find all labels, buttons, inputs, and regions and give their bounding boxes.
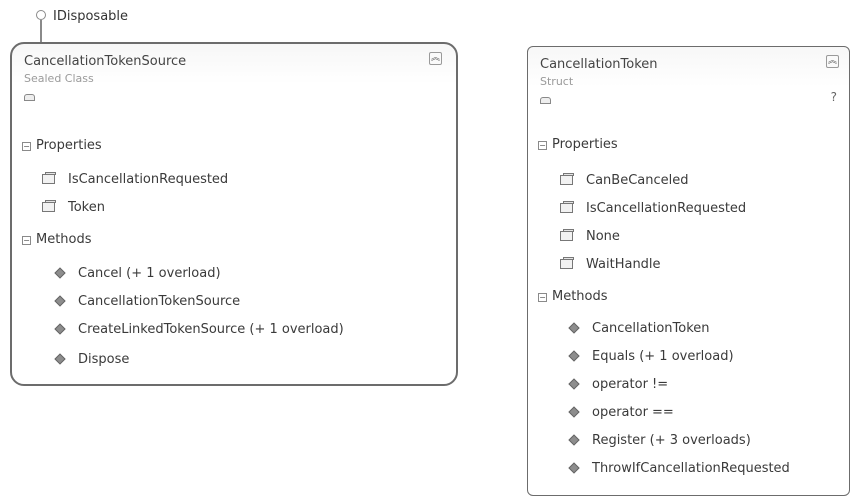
method-item[interactable]: ThrowIfCancellationRequested (568, 461, 790, 476)
methods-section-header[interactable]: − Methods (538, 289, 608, 304)
collapse-minus-icon[interactable]: − (22, 142, 31, 151)
class-subtitle: Struct (540, 75, 574, 88)
expander-glyph-icon (540, 97, 551, 104)
method-item[interactable]: Register (+ 3 overloads) (568, 433, 751, 448)
collapse-minus-icon[interactable]: − (22, 236, 31, 245)
double-chevron-up-icon[interactable]: ︽ (826, 55, 839, 68)
collapse-minus-icon[interactable]: − (538, 141, 547, 150)
property-item[interactable]: None (560, 227, 620, 244)
method-icon (568, 463, 580, 473)
method-item[interactable]: Equals (+ 1 overload) (568, 349, 734, 364)
interface-label: IDisposable (53, 9, 129, 24)
property-item[interactable]: IsCancellationRequested (42, 170, 228, 187)
struct-marker: ? (830, 90, 837, 104)
class-title: CancellationTokenSource (24, 54, 187, 69)
method-item[interactable]: operator == (568, 405, 674, 420)
property-icon (560, 229, 576, 242)
method-item[interactable]: CancellationTokenSource (54, 294, 240, 309)
method-icon (568, 435, 580, 445)
class-box-cancellation-token-source[interactable]: CancellationTokenSource Sealed Class ︽ −… (10, 42, 458, 386)
properties-section-header[interactable]: − Properties (538, 137, 618, 152)
method-item[interactable]: Cancel (+ 1 overload) (54, 266, 221, 281)
method-item[interactable]: CancellationToken (568, 321, 710, 336)
interface-lollipop-icon (36, 10, 46, 20)
method-item[interactable]: CreateLinkedTokenSource (+ 1 overload) (54, 322, 344, 337)
method-icon (568, 407, 580, 417)
expander-glyph-icon (24, 94, 35, 101)
property-icon (42, 200, 58, 213)
property-icon (560, 257, 576, 270)
method-icon (54, 324, 66, 334)
property-icon (560, 201, 576, 214)
method-icon (54, 296, 66, 306)
method-icon (568, 351, 580, 361)
property-item[interactable]: WaitHandle (560, 255, 661, 272)
class-box-cancellation-token[interactable]: CancellationToken Struct ︽ ? − Properties… (527, 46, 850, 496)
property-icon (42, 172, 58, 185)
method-item[interactable]: operator != (568, 377, 668, 392)
properties-section-header[interactable]: − Properties (22, 138, 102, 153)
double-chevron-up-icon[interactable]: ︽ (429, 52, 442, 65)
property-item[interactable]: IsCancellationRequested (560, 199, 746, 216)
methods-section-header[interactable]: − Methods (22, 232, 92, 247)
property-icon (560, 173, 576, 186)
method-icon (54, 268, 66, 278)
method-item[interactable]: Dispose (54, 352, 129, 367)
class-title: CancellationToken (540, 57, 658, 72)
property-item[interactable]: CanBeCanceled (560, 171, 689, 188)
method-icon (54, 354, 66, 364)
collapse-minus-icon[interactable]: − (538, 293, 547, 302)
method-icon (568, 379, 580, 389)
property-item[interactable]: Token (42, 198, 105, 215)
class-subtitle: Sealed Class (24, 72, 94, 85)
method-icon (568, 323, 580, 333)
